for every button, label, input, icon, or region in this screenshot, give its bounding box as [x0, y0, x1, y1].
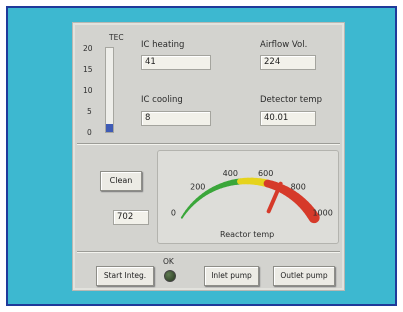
outlet-pump-button[interactable]: Outlet pump — [273, 266, 335, 286]
reactor-temp-readout: 702 — [113, 210, 149, 225]
airflow-vol-label: Airflow Vol. — [260, 40, 308, 50]
gauge-tick-label: 400 — [223, 169, 238, 178]
gauge-tick-label: 800 — [291, 183, 306, 192]
ok-led-indicator — [164, 270, 176, 282]
gauge-tick-label: 600 — [258, 169, 273, 178]
gauge-tick-label: 0 — [171, 208, 176, 217]
tec-bar-fill — [106, 123, 113, 132]
ic-heating-field: 41 — [141, 55, 211, 70]
tec-label: TEC — [109, 33, 124, 42]
start-integ-button[interactable]: Start Integ. — [96, 266, 154, 286]
tec-tick-label: 5 — [87, 107, 92, 116]
tec-tick-label: 20 — [83, 44, 93, 53]
detector-temp-field: 40.01 — [260, 111, 316, 126]
separator — [77, 251, 340, 252]
ok-label: OK — [163, 257, 174, 266]
gauge-label: Reactor temp — [220, 230, 275, 239]
airflow-vol-field: 224 — [260, 55, 316, 70]
gauge-tick-label: 1000 — [312, 208, 332, 217]
tec-tick-label: 0 — [87, 128, 92, 137]
detector-temp-label: Detector temp — [260, 95, 322, 105]
tec-tick-label: 10 — [83, 86, 93, 95]
ic-heating-label: IC heating — [141, 40, 185, 50]
control-panel: TEC 20 15 10 5 0 IC heating 41 Airflow V… — [72, 22, 345, 291]
separator — [77, 143, 340, 144]
ic-cooling-label: IC cooling — [141, 95, 183, 105]
clean-button[interactable]: Clean — [100, 171, 142, 191]
gauge-tick-label: 200 — [190, 183, 205, 192]
reactor-temp-gauge: 0 200 400 600 800 1000 Reactor temp — [157, 150, 339, 244]
ic-cooling-field: 8 — [141, 111, 211, 126]
tec-bar-track — [105, 47, 114, 133]
tec-scale: 20 15 10 5 0 — [83, 44, 101, 137]
tec-tick-label: 15 — [83, 65, 93, 74]
inlet-pump-button[interactable]: Inlet pump — [204, 266, 259, 286]
